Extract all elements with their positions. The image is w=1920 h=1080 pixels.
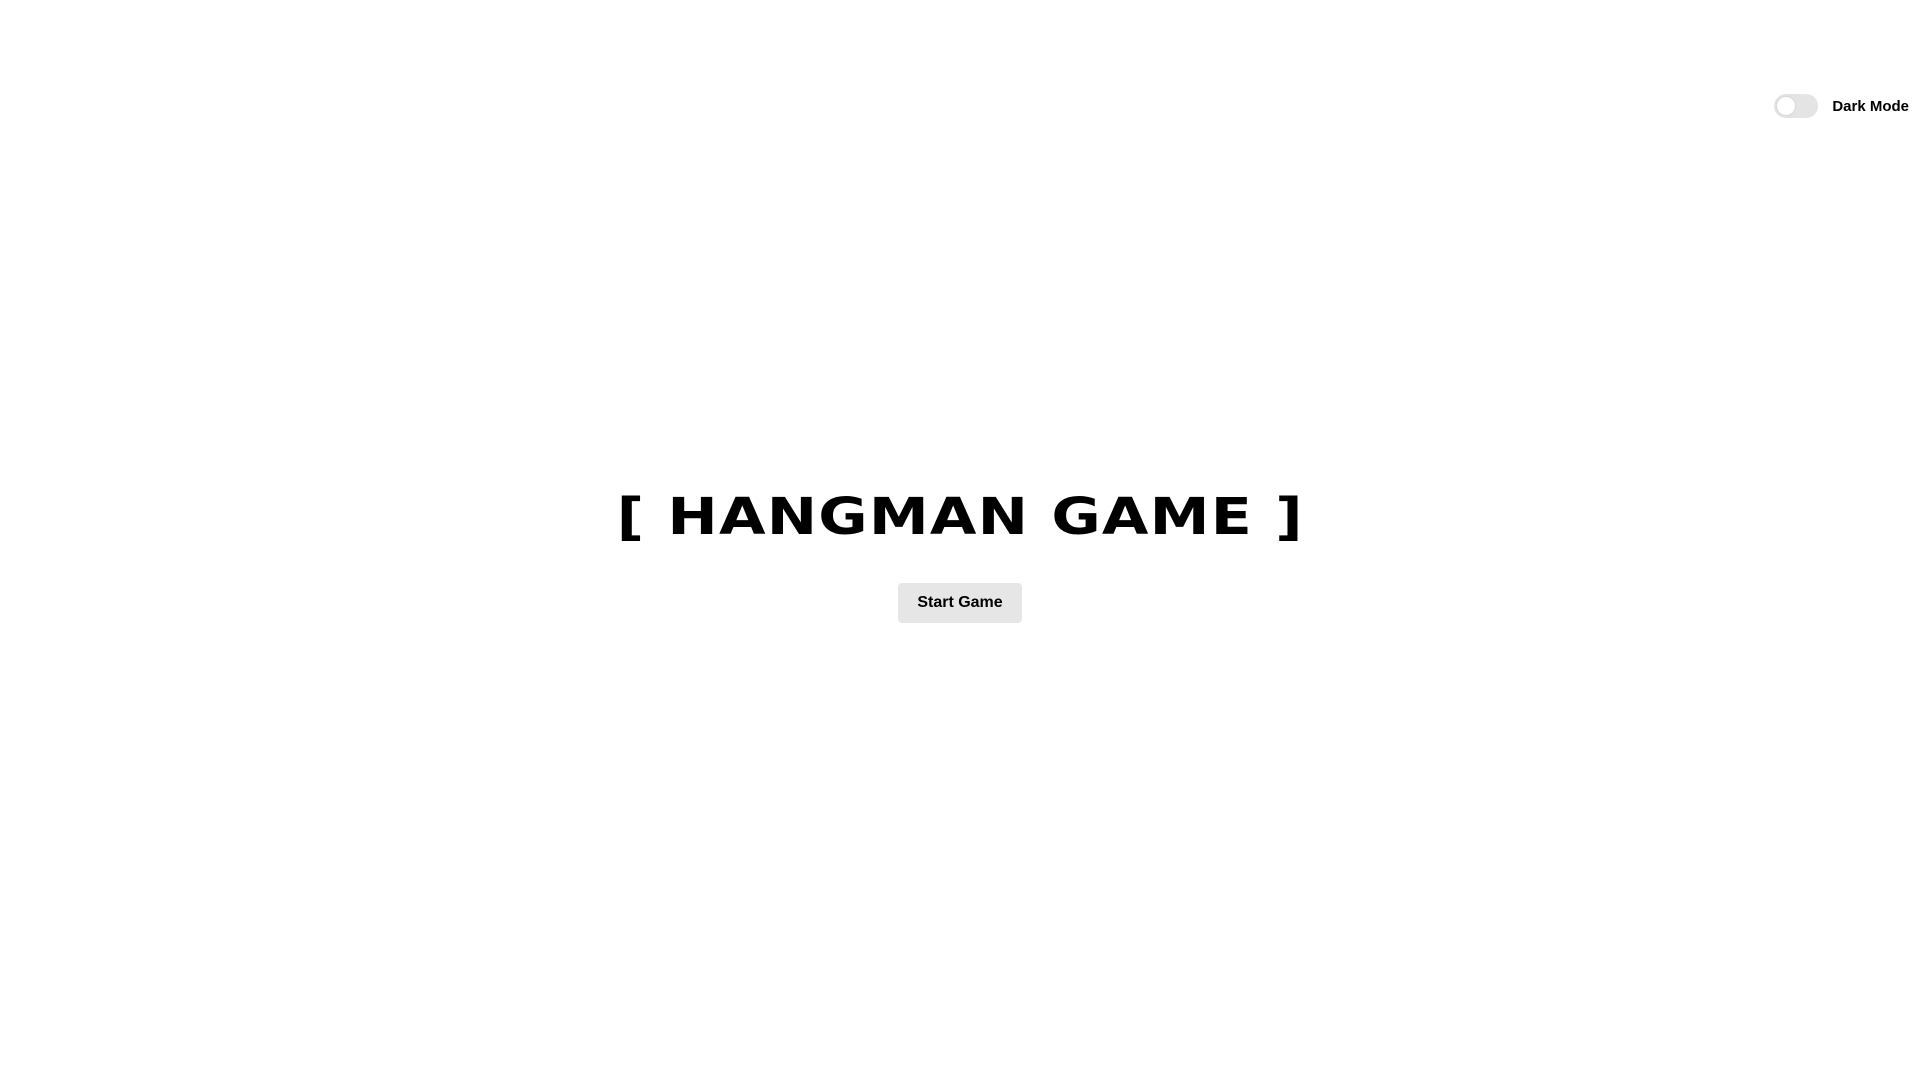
- main-content: [ HANGMAN GAME ] Start Game: [0, 488, 1920, 623]
- start-game-button[interactable]: Start Game: [898, 583, 1022, 623]
- dark-mode-label: Dark Mode: [1832, 97, 1909, 115]
- toggle-switch[interactable]: [1774, 94, 1819, 118]
- page: Dark Mode [ HANGMAN GAME ] Start Game: [0, 0, 1920, 1080]
- page-title: [ HANGMAN GAME ]: [616, 488, 1304, 547]
- toggle-knob: [1777, 97, 1796, 115]
- dark-mode-toggle[interactable]: Dark Mode: [1774, 94, 1909, 118]
